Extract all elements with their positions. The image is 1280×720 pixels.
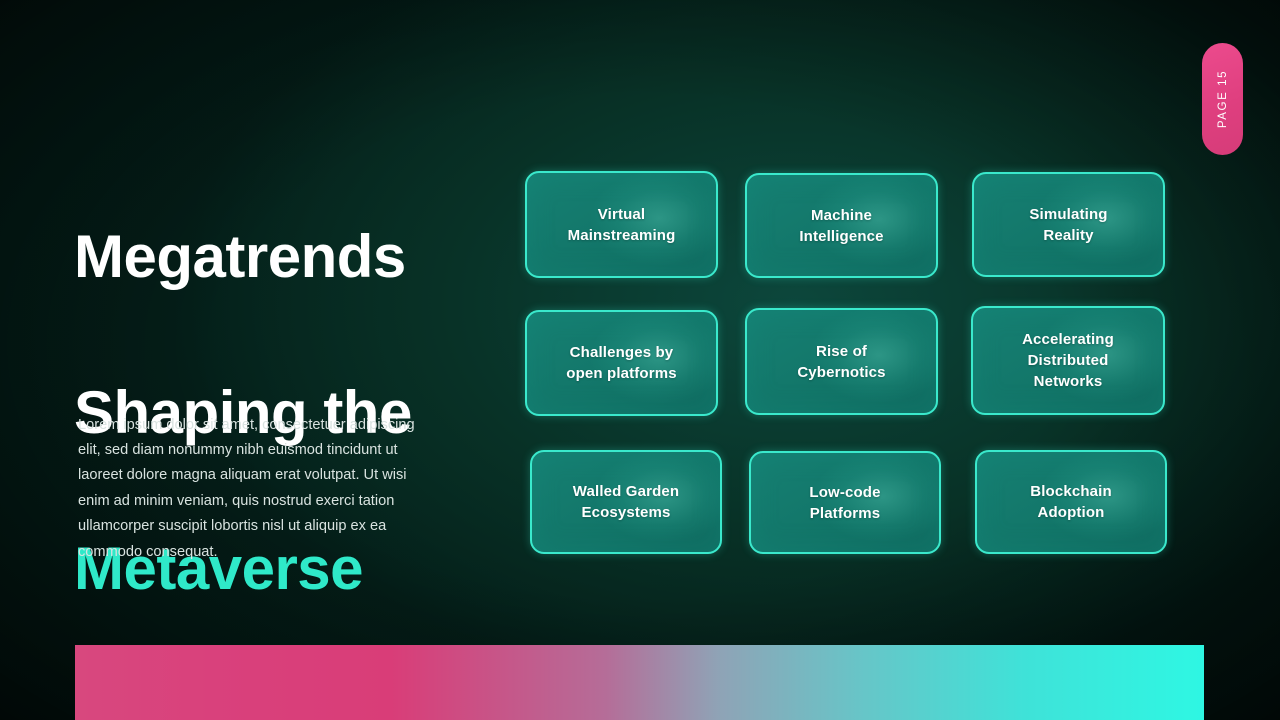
slide: Megatrends Shaping the Metaverse Lorem i… (0, 0, 1280, 720)
megatrend-card[interactable]: Blockchain Adoption (975, 450, 1167, 554)
megatrend-card-label: Walled Garden Ecosystems (572, 483, 680, 521)
megatrend-card[interactable]: Virtual Mainstreaming (525, 171, 718, 278)
bottom-gradient-bar (75, 645, 1204, 720)
megatrend-card-label: Virtual Mainstreaming (567, 205, 676, 244)
megatrend-card-label: Low-code Platforms (809, 483, 881, 522)
megatrend-card[interactable]: Machine Intelligence (745, 173, 938, 278)
megatrend-card[interactable]: Accelerating Distributed Networks (971, 306, 1165, 415)
megatrend-card[interactable]: Low-code Platforms (749, 451, 941, 554)
page-number-label: PAGE 15 (1216, 69, 1229, 129)
megatrend-card-label: Blockchain Adoption (1030, 483, 1112, 521)
slide-content: Megatrends Shaping the Metaverse Lorem i… (0, 0, 1280, 720)
megatrend-card[interactable]: Simulating Reality (972, 172, 1165, 277)
headline-line-1: Megatrends (74, 223, 406, 290)
body-paragraph: Lorem ipsum dolor sit amet, consectetuer… (78, 416, 415, 560)
megatrend-card-label: Accelerating Distributed Networks (1022, 331, 1114, 390)
megatrend-card-label: Rise of Cybernotics (797, 342, 886, 381)
megatrend-card-label: Simulating Reality (1029, 205, 1108, 244)
megatrend-card-grid: Virtual Mainstreaming Machine Intelligen… (524, 167, 1168, 557)
megatrend-card[interactable]: Challenges by open platforms (525, 310, 718, 416)
megatrend-card[interactable]: Walled Garden Ecosystems (530, 450, 722, 554)
page-number-badge: PAGE 15 (1202, 43, 1243, 155)
megatrend-card[interactable]: Rise of Cybernotics (745, 308, 938, 415)
megatrend-card-label: Machine Intelligence (799, 206, 884, 245)
megatrend-card-label: Challenges by open platforms (566, 344, 677, 382)
